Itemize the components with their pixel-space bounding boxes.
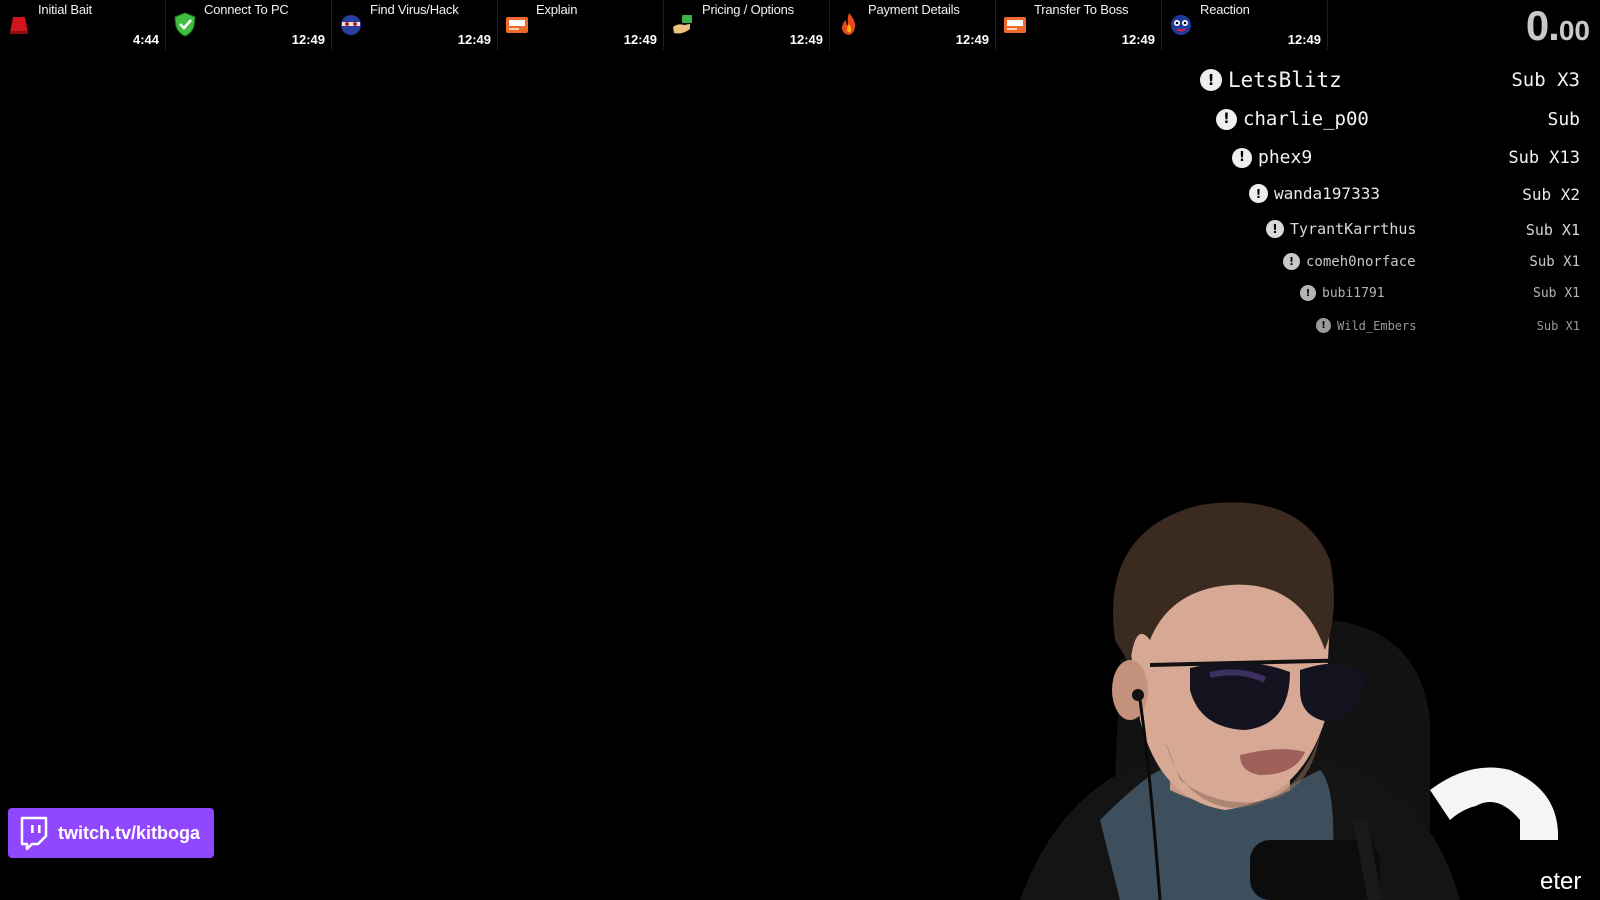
sub-user-name: wanda197333 [1274, 184, 1380, 203]
sub-user-name: TyrantKarrthus [1290, 220, 1417, 238]
sub-alert-user: ! wanda197333 [1249, 184, 1380, 203]
sub-alert-label: Sub X1 [1529, 254, 1580, 270]
twitch-logo-icon [20, 816, 48, 850]
sub-user-name: bubi1791 [1322, 285, 1385, 301]
sub-alert-label: Sub X1 [1536, 319, 1580, 333]
webcam-feed [1000, 490, 1600, 900]
twitch-link-badge[interactable]: twitch.tv/kitboga [8, 808, 214, 858]
alert-icon: ! [1316, 318, 1331, 333]
sub-user-name: comeh0norface [1306, 253, 1416, 270]
sub-alert-label: Sub X2 [1522, 185, 1580, 204]
sub-alert-list: ! LetsBlitz Sub X3 ! charlie_p00 Sub ! p… [0, 0, 1600, 400]
sub-alert-label: Sub X3 [1511, 69, 1580, 91]
alert-icon: ! [1266, 220, 1284, 238]
sub-alert-user: ! bubi1791 [1300, 285, 1385, 301]
sub-alert-label: Sub [1547, 109, 1580, 130]
alert-icon: ! [1232, 147, 1252, 168]
sub-alert-user: ! comeh0norface [1283, 253, 1416, 270]
sub-alert-user: ! TyrantKarrthus [1266, 220, 1416, 238]
alert-icon: ! [1283, 253, 1300, 270]
sub-alert-label: Sub X1 [1533, 286, 1580, 301]
twitch-url: twitch.tv/kitboga [58, 822, 201, 843]
alert-icon: ! [1300, 285, 1316, 301]
alert-icon: ! [1249, 184, 1268, 203]
sub-alert-label: Sub X13 [1508, 148, 1580, 168]
sub-alert-user: ! Wild_Embers [1316, 318, 1416, 333]
sub-user-name: phex9 [1258, 147, 1313, 168]
overlay-text-fragment: eter [1540, 868, 1582, 895]
sub-alert-label: Sub X1 [1525, 221, 1580, 239]
alert-icon: ! [1200, 69, 1222, 91]
sub-alert-user: ! charlie_p00 [1216, 108, 1369, 130]
sub-user-name: charlie_p00 [1243, 108, 1369, 130]
streamer-portrait [1020, 502, 1559, 900]
sub-user-name: LetsBlitz [1228, 68, 1342, 92]
sub-user-name: Wild_Embers [1337, 318, 1417, 333]
sub-alert-user: ! phex9 [1232, 147, 1312, 168]
sub-alert-user: ! LetsBlitz [1200, 68, 1342, 92]
alert-icon: ! [1216, 108, 1237, 130]
